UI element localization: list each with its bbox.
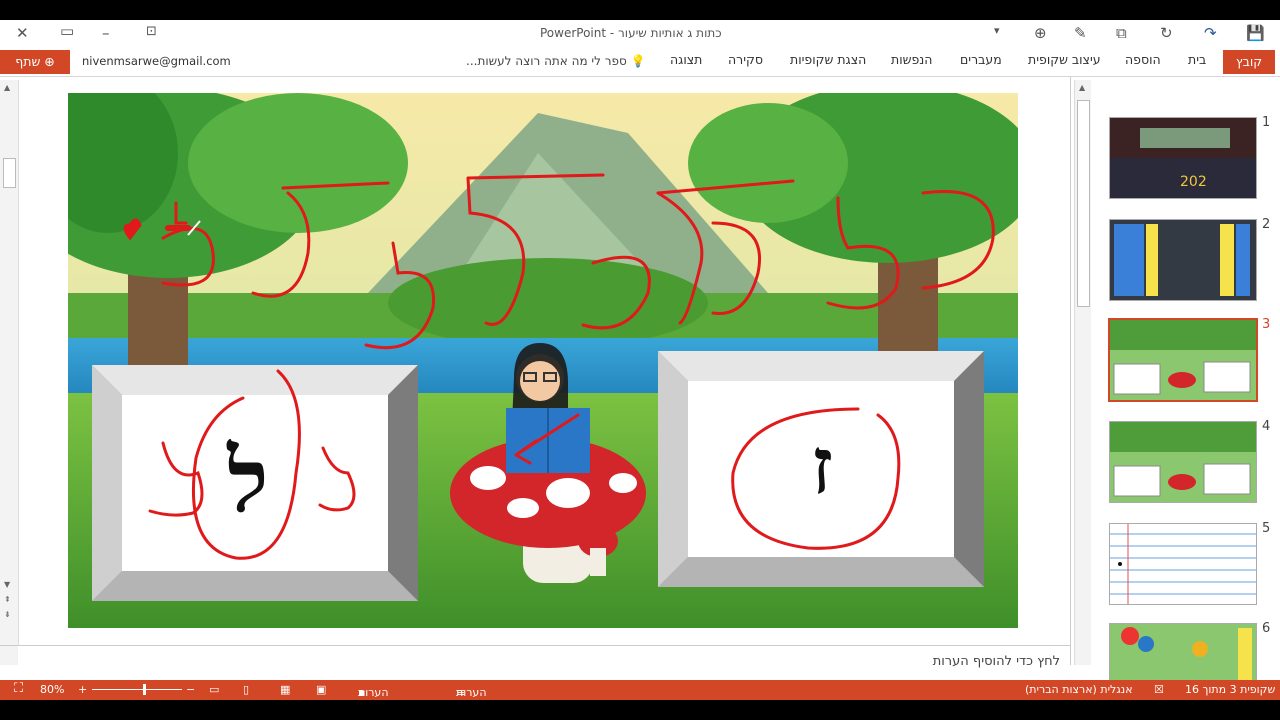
- scroll-thumb[interactable]: [1077, 100, 1090, 307]
- zoom-out-icon[interactable]: −: [186, 683, 195, 696]
- zoom-in-icon[interactable]: +: [78, 683, 87, 696]
- tab-transitions[interactable]: מעברים: [960, 52, 1002, 67]
- notes-placeholder: לחץ כדי להוסיף הערות: [932, 654, 1060, 669]
- left-letter: ל: [226, 428, 268, 532]
- card-bevel-right: [954, 351, 984, 587]
- small-mushroom-stem: [590, 548, 606, 576]
- touch-mode-icon[interactable]: ⊕: [1034, 24, 1047, 42]
- right-tree-canopy: [688, 103, 848, 223]
- thumbnail-slide-1[interactable]: 202: [1109, 117, 1257, 199]
- mushroom-spot: [507, 498, 539, 518]
- zoom-slider-thumb[interactable]: [143, 684, 146, 695]
- thumbnail-image: [1110, 422, 1256, 502]
- bush-cluster: [388, 258, 708, 348]
- thumbnail-number: 6: [1262, 621, 1271, 636]
- left-letter-card[interactable]: ל: [92, 365, 418, 601]
- thumbnail-slide-4[interactable]: [1109, 421, 1257, 503]
- tab-design[interactable]: עיצוב שקופית: [1028, 52, 1101, 67]
- zoom-slider[interactable]: [92, 689, 182, 690]
- lightbulb-icon: 💡: [630, 54, 646, 68]
- thumbnail-image: [1110, 220, 1256, 300]
- left-scrollbar[interactable]: ▲ ▼ ⇞ ⇟: [0, 80, 19, 665]
- share-label: שתף: [15, 54, 41, 69]
- save-icon[interactable]: 💾: [1246, 24, 1265, 42]
- status-bar: ⛶ 80% + − ▭ ▯ ▦ ▣ הערות הסבר ▪ הערות ≡ א…: [0, 680, 1280, 700]
- thumbnail-image: [1110, 524, 1256, 604]
- slide-canvas: ל ז: [68, 93, 1018, 628]
- window-title: כתות ג אותיות שיעור - PowerPoint: [540, 26, 722, 40]
- tab-home[interactable]: בית: [1188, 52, 1206, 67]
- customize-qat-icon[interactable]: ▾: [994, 24, 1000, 37]
- thumbnail-slide-3[interactable]: [1108, 318, 1258, 402]
- spelling-icon[interactable]: ☒: [1154, 683, 1164, 696]
- start-slideshow-icon[interactable]: ⧉: [1116, 24, 1127, 42]
- slideshow-view-icon[interactable]: ▭: [209, 683, 219, 696]
- current-slide[interactable]: ל ז: [68, 93, 1018, 628]
- normal-view-icon[interactable]: ▣: [316, 683, 326, 696]
- card-bevel-left: [92, 365, 122, 601]
- slide-counter: שקופית 3 מתוך 16: [1185, 683, 1276, 696]
- mushroom-spot: [470, 466, 506, 490]
- tab-review[interactable]: סקירה: [728, 52, 763, 67]
- card-bevel-top: [658, 351, 984, 381]
- tab-slideshow[interactable]: הצגת שקופיות: [790, 52, 866, 67]
- mushroom-spot: [546, 478, 590, 508]
- scroll-thumb[interactable]: [3, 158, 16, 188]
- reading-view-icon[interactable]: ▯: [243, 683, 249, 696]
- notes-pane[interactable]: לחץ כדי להוסיף הערות: [18, 646, 1070, 678]
- card-bevel-bottom: [92, 571, 418, 601]
- thumbnail-slide-2[interactable]: [1109, 219, 1257, 301]
- thumbnail-image: 202: [1110, 118, 1256, 198]
- thumbnail-number: 3: [1262, 317, 1271, 332]
- tab-file[interactable]: קובץ: [1223, 50, 1275, 74]
- scroll-up-icon[interactable]: ▲: [4, 83, 10, 92]
- thumbnail-number: 5: [1262, 521, 1271, 536]
- title-bar: ✕ ▭ – ⊡ כתות ג אותיות שיעור - PowerPoint…: [0, 20, 1280, 48]
- zoom-level[interactable]: 80%: [40, 683, 64, 696]
- tell-me-box[interactable]: 💡 ספר לי מה אתה רוצה לעשות...: [466, 54, 646, 68]
- tab-insert[interactable]: הוספה: [1125, 52, 1161, 67]
- mushroom-spot: [609, 473, 637, 493]
- thumbnail-number: 4: [1262, 419, 1271, 434]
- language-indicator[interactable]: אנגלית (ארצות הברית): [1025, 683, 1133, 696]
- fit-slide-icon[interactable]: ⛶: [14, 681, 23, 696]
- thumbnail-number: 2: [1262, 217, 1271, 232]
- slide-thumbnails-pane: 1 202 2 3 4 5 6: [1091, 77, 1280, 700]
- repeat-icon[interactable]: ↻: [1160, 24, 1173, 42]
- scroll-up-icon[interactable]: ▲: [1079, 83, 1085, 92]
- close-icon[interactable]: ✕: [16, 24, 29, 42]
- card-bevel-right: [388, 365, 418, 601]
- pen-icon[interactable]: ✎: [1074, 24, 1087, 42]
- account-email[interactable]: nivenmsarwe@gmail.com: [82, 54, 231, 68]
- notes-icon: ≡: [456, 686, 466, 699]
- thumbnail-number: 1: [1262, 115, 1271, 130]
- card-bevel-bottom: [658, 557, 984, 587]
- thumbnail-image: [1110, 320, 1256, 400]
- minimize-icon[interactable]: –: [102, 24, 110, 42]
- tab-view[interactable]: תצוגה: [670, 52, 702, 67]
- tab-animations[interactable]: הנפשות: [891, 52, 932, 67]
- slide-sorter-icon[interactable]: ▦: [280, 683, 290, 696]
- svg-text:202: 202: [1180, 174, 1207, 190]
- thumbnail-slide-5[interactable]: [1109, 523, 1257, 605]
- right-scrollbar[interactable]: ▲: [1074, 80, 1091, 665]
- powerpoint-window: ✕ ▭ – ⊡ כתות ג אותיות שיעור - PowerPoint…: [0, 20, 1280, 700]
- prev-slide-icon[interactable]: ⇞: [4, 595, 11, 604]
- share-button[interactable]: שתף ⊕: [0, 50, 70, 74]
- tell-me-text: ספר לי מה אתה רוצה לעשות...: [466, 54, 627, 68]
- comment-icon: ▪: [358, 686, 366, 699]
- undo-icon[interactable]: ↷: [1204, 24, 1217, 42]
- right-letter: ז: [811, 421, 833, 512]
- card-bevel-left: [658, 351, 688, 587]
- right-letter-card[interactable]: ז: [658, 351, 984, 587]
- maximize-icon[interactable]: ▭: [60, 22, 74, 40]
- ribbon-display-icon[interactable]: ⊡: [146, 24, 157, 39]
- next-slide-icon[interactable]: ⇟: [4, 610, 11, 619]
- card-bevel-top: [92, 365, 418, 395]
- scroll-down-icon[interactable]: ▼: [4, 580, 10, 589]
- left-tree-canopy: [188, 93, 408, 233]
